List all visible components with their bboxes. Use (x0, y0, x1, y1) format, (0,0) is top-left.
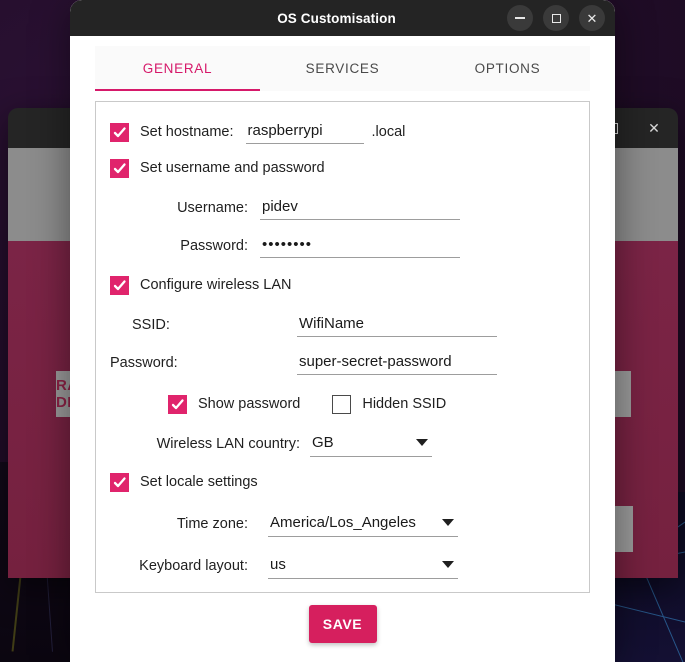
tab-options-label: OPTIONS (474, 61, 541, 76)
set-hostname-checkbox[interactable] (110, 122, 129, 142)
configure-wireless-lan-checkbox[interactable] (110, 275, 129, 295)
close-icon[interactable]: ✕ (579, 5, 605, 31)
tab-general[interactable]: GENERAL (95, 46, 260, 91)
minimize-icon[interactable] (507, 5, 533, 31)
maximize-icon[interactable] (543, 5, 569, 31)
tab-general-label: GENERAL (142, 61, 213, 76)
show-password-label: Show password (198, 396, 301, 412)
set-user-row: Set username and password (110, 148, 575, 188)
set-locale-row: Set locale settings (110, 463, 575, 501)
hidden-ssid-label: Hidden SSID (362, 396, 447, 412)
wifi-password-label: Password: (110, 355, 178, 371)
wireless-country-row: Wireless LAN country: GB (110, 425, 575, 463)
wireless-country-label: Wireless LAN country: (156, 436, 300, 452)
tab-options[interactable]: OPTIONS (425, 46, 590, 91)
set-username-password-label: Set username and password (140, 160, 325, 176)
wifi-options-row: Show password Hidden SSID (110, 383, 575, 425)
save-button[interactable]: SAVE (308, 605, 377, 643)
set-username-password-checkbox[interactable] (110, 158, 129, 178)
wireless-country-value: GB (312, 433, 334, 451)
set-locale-settings-checkbox[interactable] (110, 472, 129, 492)
general-settings-panel: Set hostname: .local Set username and pa… (95, 101, 590, 593)
tab-services-label: SERVICES (305, 61, 380, 76)
chevron-down-icon (442, 518, 454, 526)
hostname-input[interactable] (245, 120, 364, 144)
set-locale-settings-label: Set locale settings (140, 474, 258, 490)
tab-services[interactable]: SERVICES (260, 46, 425, 91)
dialog-window-controls: ✕ (507, 5, 615, 31)
hidden-ssid-checkbox[interactable] (332, 394, 352, 414)
timezone-dropdown[interactable]: America/Los_Angeles (268, 512, 458, 537)
keyboard-layout-label: Keyboard layout: (139, 558, 248, 574)
chevron-down-icon (416, 438, 428, 446)
tab-bar: GENERAL SERVICES OPTIONS (95, 46, 590, 91)
dialog-title: OS Customisation (277, 10, 396, 26)
user-password-label: Password: (180, 238, 248, 254)
keyboard-layout-dropdown[interactable]: us (268, 554, 458, 579)
save-button-container: SAVE (70, 605, 615, 643)
configure-wireless-lan-label: Configure wireless LAN (140, 277, 292, 293)
configure-wireless-row: Configure wireless LAN (110, 266, 575, 304)
user-password-input[interactable] (260, 234, 460, 258)
username-input[interactable] (260, 196, 460, 220)
imager-close-icon[interactable]: ✕ (644, 118, 664, 138)
wireless-country-dropdown[interactable]: GB (310, 432, 432, 457)
user-password-row: Password: (110, 226, 575, 266)
ssid-row: SSID: (110, 306, 575, 343)
username-row: Username: (110, 190, 575, 226)
chevron-down-icon (442, 560, 454, 568)
username-label: Username: (177, 200, 248, 216)
keyboard-row: Keyboard layout: us (110, 545, 575, 587)
dialog-titlebar: OS Customisation ✕ (70, 0, 615, 36)
ssid-input[interactable] (297, 312, 497, 337)
set-hostname-label: Set hostname: (140, 124, 234, 140)
timezone-label: Time zone: (176, 516, 248, 532)
wifi-password-input[interactable] (297, 351, 497, 375)
ssid-label: SSID: (132, 316, 170, 333)
hostname-suffix: .local (371, 124, 406, 140)
os-customisation-dialog: OS Customisation ✕ GENERAL SERVICES OPTI… (70, 0, 615, 662)
wifi-password-row: Password: (110, 343, 575, 383)
hostname-row: Set hostname: .local (110, 118, 575, 146)
timezone-row: Time zone: America/Los_Angeles (110, 503, 575, 545)
keyboard-layout-value: us (270, 555, 286, 573)
show-password-checkbox[interactable] (168, 394, 187, 414)
timezone-value: America/Los_Angeles (270, 513, 416, 531)
